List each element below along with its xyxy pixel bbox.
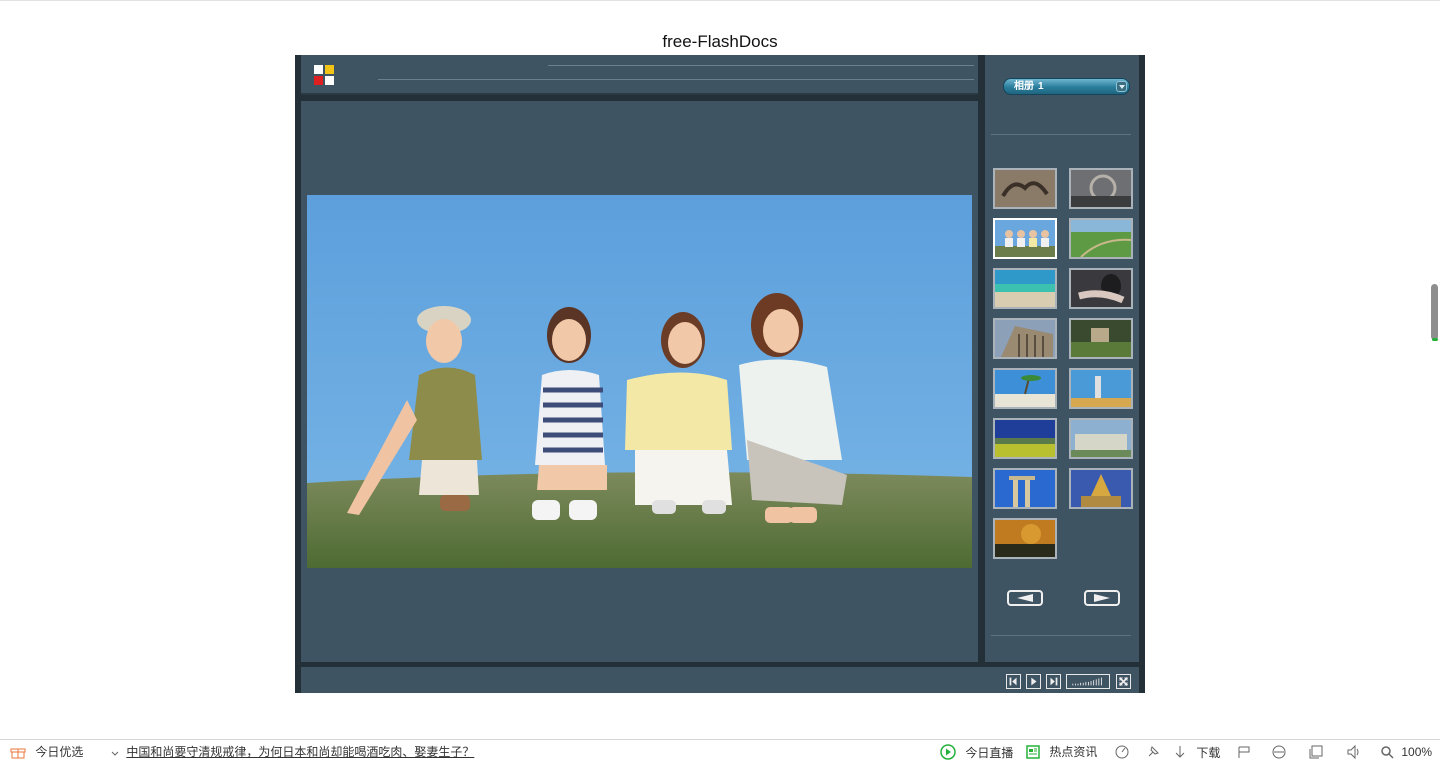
today-pick-label: 今日优选 [35, 745, 84, 759]
thumbnail[interactable] [1069, 368, 1133, 409]
photo-stage [301, 101, 978, 662]
thumbnail[interactable] [993, 418, 1057, 459]
hot-news-label: 热点资讯 [1049, 745, 1098, 759]
sidebar-divider [991, 635, 1131, 636]
thumbnail[interactable] [1069, 318, 1133, 359]
pin-icon[interactable] [1145, 744, 1161, 760]
download-icon [1175, 746, 1185, 758]
thumbnail[interactable] [1069, 418, 1133, 459]
album-select[interactable]: 相册 1 [1003, 78, 1130, 95]
browser-status-bar: 今日优选 中国和尚要守清规戒律，为何日本和尚却能喝酒吃肉、娶妻生子？ 今日直播 … [0, 739, 1440, 763]
flashdocs-logo-icon [314, 65, 336, 87]
news-headline-link[interactable]: 中国和尚要守清规戒律，为何日本和尚却能喝酒吃肉、娶妻生子？ [126, 745, 474, 759]
playback-control-bar [301, 667, 1139, 693]
live-label: 今日直播 [965, 746, 1014, 760]
flash-gallery: 相册 1 [295, 55, 1145, 693]
zoom-level: 100% [1401, 745, 1433, 759]
browser-top-border [0, 0, 1440, 1]
ie-mode-icon[interactable] [1271, 744, 1287, 760]
thumbnail[interactable] [993, 168, 1057, 209]
thumbnail[interactable] [993, 318, 1057, 359]
main-photo[interactable] [307, 195, 972, 568]
play-circle-icon [940, 744, 956, 760]
download-button[interactable]: 下载 [1173, 744, 1220, 760]
album-select-label: 相册 [1014, 81, 1034, 92]
download-label: 下载 [1196, 746, 1221, 760]
thumbnail[interactable] [1069, 468, 1133, 509]
page-scrollbar-thumb[interactable] [1431, 284, 1438, 340]
news-ticker[interactable]: 中国和尚要守清规戒律，为何日本和尚却能喝酒吃肉、娶妻生子？ [110, 744, 474, 760]
thumbnail-sidebar: 相册 1 [985, 55, 1139, 662]
header-divider [378, 79, 974, 80]
play-icon[interactable] [1026, 674, 1041, 689]
hot-news-button[interactable]: 热点资讯 [1026, 744, 1097, 760]
previous-page-button[interactable] [1007, 590, 1043, 606]
next-photo-icon[interactable] [1046, 674, 1061, 689]
album-number: 1 [1038, 81, 1044, 92]
header-divider [548, 65, 974, 66]
thumbnail[interactable] [993, 268, 1057, 309]
sound-icon[interactable] [1346, 744, 1362, 760]
chevron-down-icon [111, 751, 119, 756]
zoom-control[interactable]: 100% [1380, 744, 1432, 760]
thumbnail[interactable] [993, 518, 1057, 559]
search-icon [1381, 746, 1394, 759]
chevron-down-icon[interactable] [1116, 81, 1127, 92]
window-icon[interactable] [1309, 744, 1323, 760]
thumbnail[interactable] [1069, 168, 1133, 209]
thumbnail[interactable] [993, 468, 1057, 509]
page-title: free-FlashDocs [662, 32, 778, 51]
gallery-top-bar [301, 55, 978, 95]
scrollbar-marker [1432, 338, 1438, 341]
fullscreen-icon[interactable] [1116, 674, 1131, 689]
thumbnail-selected[interactable] [993, 218, 1057, 259]
volume-slider[interactable] [1066, 674, 1110, 689]
flag-icon[interactable] [1237, 744, 1251, 760]
thumbnail[interactable] [1069, 268, 1133, 309]
gift-icon [10, 748, 26, 759]
next-page-button[interactable] [1084, 590, 1120, 606]
thumbnail[interactable] [993, 368, 1057, 409]
previous-photo-icon[interactable] [1006, 674, 1021, 689]
today-pick[interactable]: 今日优选 [10, 744, 83, 760]
thumbnail[interactable] [1069, 218, 1133, 259]
live-button[interactable]: 今日直播 [940, 744, 1013, 760]
news-icon [1026, 745, 1040, 759]
speedup-icon[interactable] [1114, 744, 1130, 760]
sidebar-divider [991, 134, 1131, 135]
